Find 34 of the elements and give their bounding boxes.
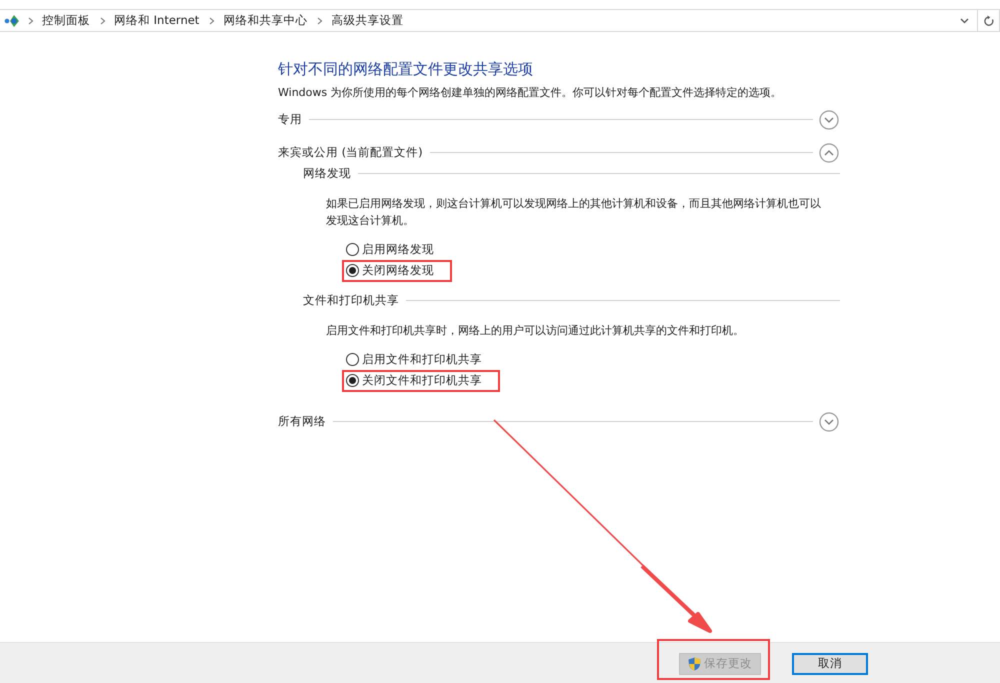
section-header[interactable]: 来宾或公用 (当前配置文件) xyxy=(278,145,423,160)
radio-option[interactable]: 启用网络发现 xyxy=(346,241,434,258)
address-bar[interactable]: 控制面板 网络和 Internet 网络和共享中心 高级共享设置 xyxy=(0,9,1000,32)
dropdown-icon xyxy=(960,18,969,24)
expand-icon[interactable] xyxy=(819,110,839,130)
network-icon xyxy=(4,14,20,28)
radio-option[interactable]: 关闭文件和打印机共享 xyxy=(346,372,482,389)
page-description: Windows 为你所使用的每个网络创建单独的网络配置文件。你可以针对每个配置文件选择特定的选项。 xyxy=(278,85,783,101)
radio-button[interactable] xyxy=(346,353,359,366)
section-header[interactable]: 所有网络 xyxy=(278,414,326,429)
radio-option[interactable]: 启用文件和打印机共享 xyxy=(346,351,482,368)
shield-icon xyxy=(688,656,701,670)
breadcrumb-link[interactable]: 控制面板 xyxy=(42,13,90,28)
chevron-right-icon xyxy=(28,16,34,24)
group-description: 如果已启用网络发现，则这台计算机可以发现网络上的其他计算机和设备，而且其他网络计算机也可以发现这台计算机。 xyxy=(325,196,822,229)
radio-button[interactable] xyxy=(346,264,359,277)
breadcrumb-link[interactable]: 网络和 Internet xyxy=(114,13,200,28)
breadcrumb-link[interactable]: 网络和共享中心 xyxy=(223,13,308,28)
radio-button[interactable] xyxy=(346,374,359,387)
expand-icon[interactable] xyxy=(819,412,839,432)
cancel-button[interactable]: 取消 xyxy=(792,652,868,674)
breadcrumb-link[interactable]: 高级共享设置 xyxy=(331,13,404,28)
group-description: 启用文件和打印机共享时，网络上的用户可以访问通过此计算机共享的文件和打印机。 xyxy=(325,323,745,339)
chevron-right-icon xyxy=(100,16,106,24)
radio-button[interactable] xyxy=(346,243,359,256)
radio-option[interactable]: 关闭网络发现 xyxy=(346,262,434,279)
collapse-icon[interactable] xyxy=(819,142,839,162)
page-title: 针对不同的网络配置文件更改共享选项 xyxy=(278,60,534,80)
refresh-icon xyxy=(982,14,994,26)
group-header: 文件和打印机共享 xyxy=(303,292,399,308)
chevron-right-icon xyxy=(317,16,324,24)
chevron-right-icon xyxy=(209,16,216,24)
section-header[interactable]: 专用 xyxy=(278,112,302,127)
group-header: 网络发现 xyxy=(303,166,351,180)
